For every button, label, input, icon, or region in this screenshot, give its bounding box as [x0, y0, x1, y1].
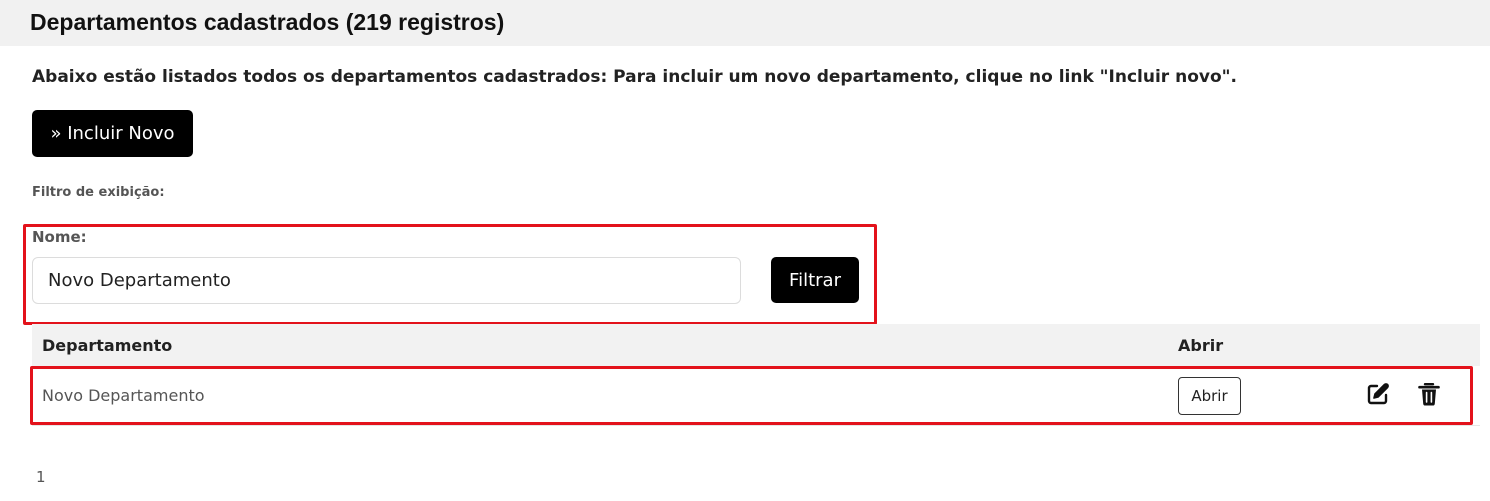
page: Departamentos cadastrados (219 registros…: [0, 0, 1490, 501]
column-header-departamento: Departamento: [42, 336, 173, 355]
table-header: Departamento Abrir: [32, 324, 1480, 366]
pagination-current-page[interactable]: 1: [36, 468, 46, 486]
filter-caption: Filtro de exibição:: [32, 185, 165, 200]
page-header: Departamentos cadastrados (219 registros…: [0, 0, 1490, 46]
include-new-button[interactable]: » Incluir Novo: [32, 110, 193, 157]
column-header-abrir: Abrir: [1178, 336, 1224, 355]
name-filter-label: Nome:: [32, 228, 87, 246]
edit-icon[interactable]: [1365, 381, 1391, 407]
intro-text: Abaixo estão listados todos os departame…: [32, 67, 1237, 87]
name-filter-input[interactable]: [32, 257, 741, 304]
open-button[interactable]: Abrir: [1178, 377, 1241, 415]
table-row: Novo Departamento Abrir: [32, 366, 1480, 426]
trash-icon[interactable]: [1416, 381, 1442, 407]
filter-button[interactable]: Filtrar: [771, 257, 859, 303]
department-name-cell: Novo Departamento: [42, 386, 205, 405]
page-title: Departamentos cadastrados (219 registros…: [30, 9, 505, 35]
